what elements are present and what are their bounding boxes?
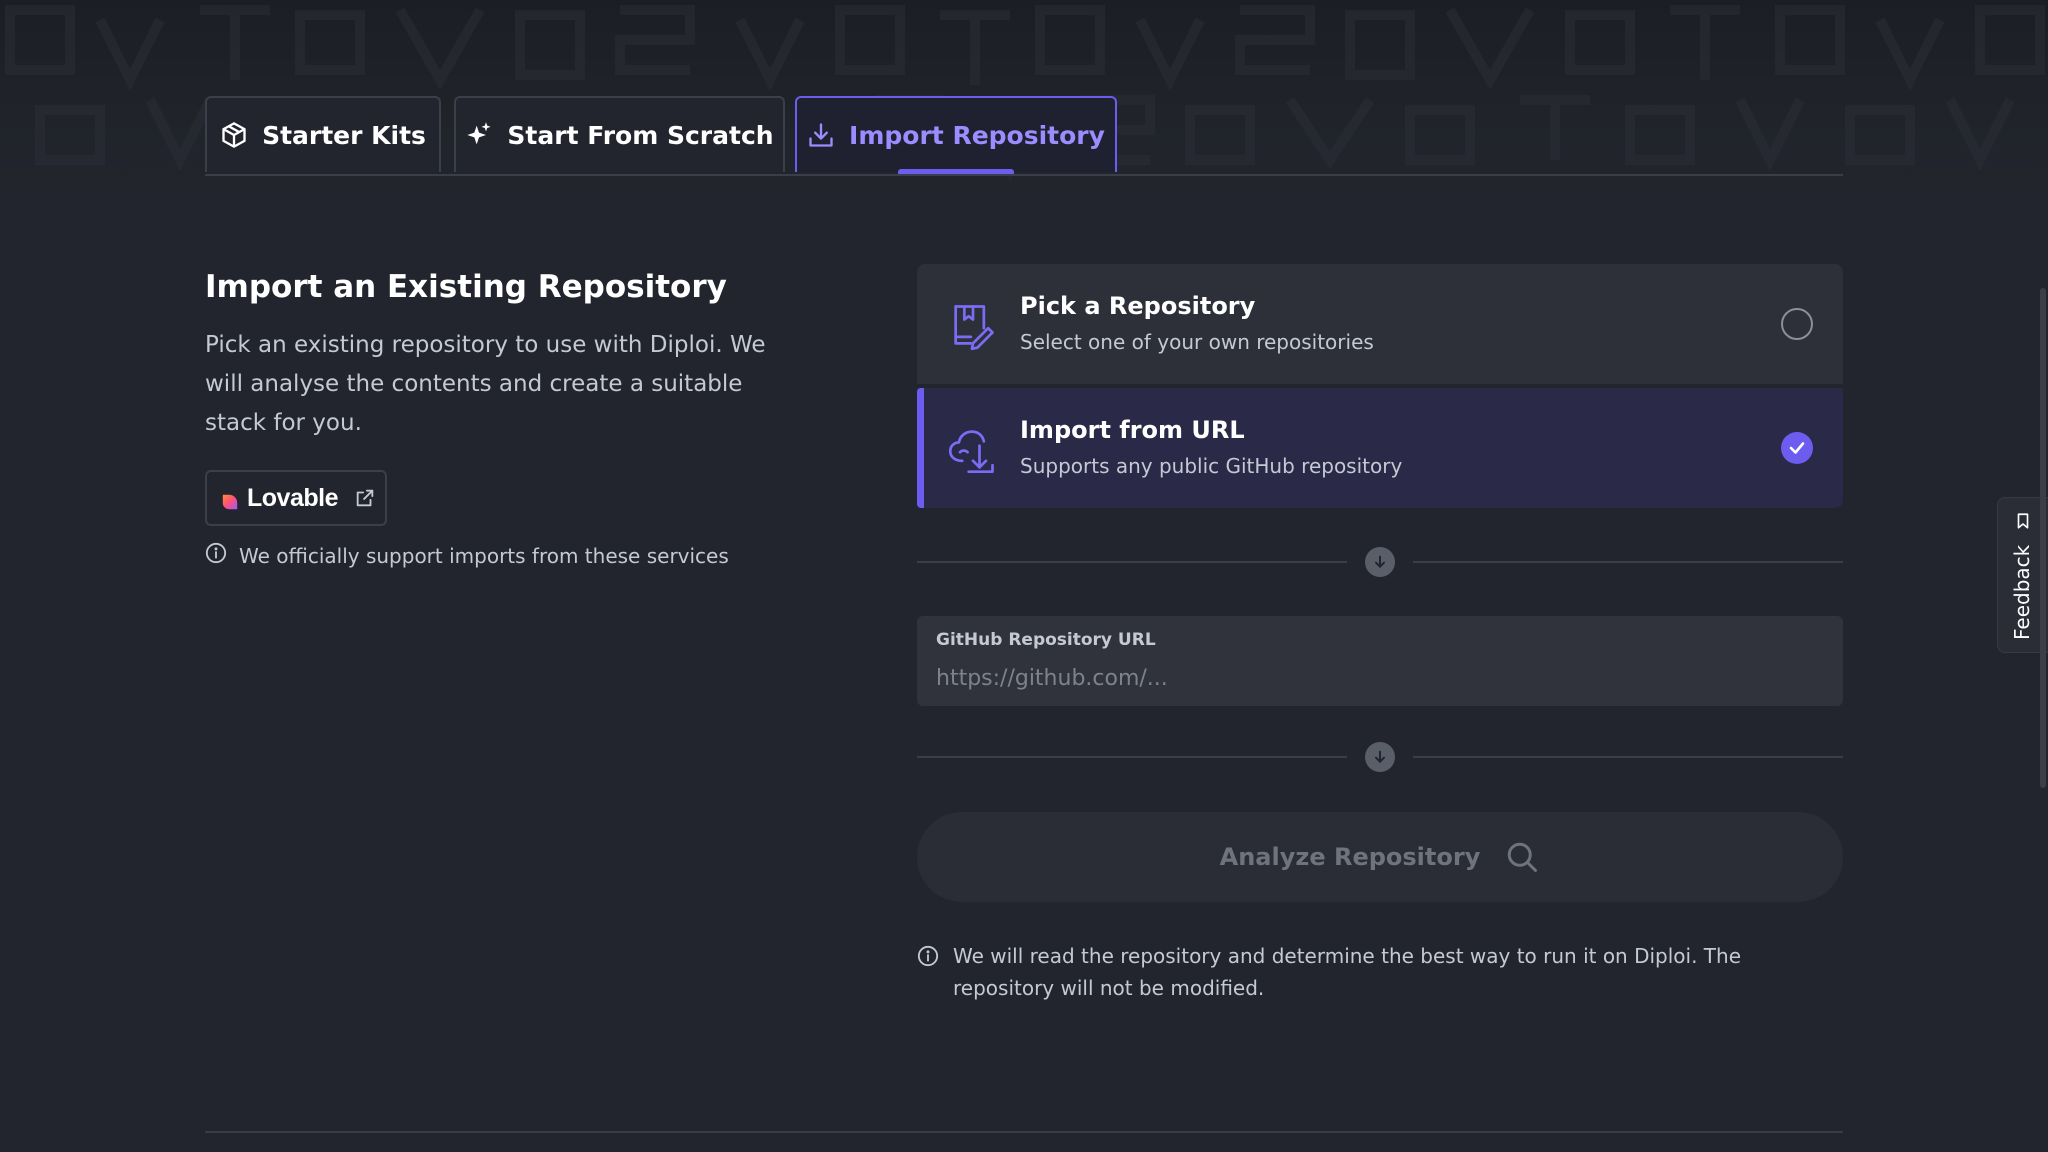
search-icon [1504, 839, 1540, 875]
lovable-service-link[interactable]: Lovable [205, 470, 387, 526]
selected-indicator [917, 388, 924, 508]
github-url-input[interactable] [936, 660, 1816, 696]
option-radio-checked[interactable] [1781, 432, 1813, 464]
lovable-logo-icon [221, 489, 239, 510]
download-icon [807, 121, 835, 149]
read-note: We will read the repository and determin… [917, 940, 1843, 1004]
bottom-divider [205, 1131, 1843, 1133]
info-icon [917, 944, 939, 967]
github-url-field: GitHub Repository URL [917, 616, 1843, 706]
tab-bar: Starter Kits Start From Scratch Import R… [205, 96, 1843, 176]
page-title: Import an Existing Repository [205, 269, 727, 305]
cube-icon [220, 121, 248, 149]
step-divider [917, 547, 1843, 577]
scrollbar[interactable] [2040, 288, 2046, 788]
tab-label: Start From Scratch [507, 120, 774, 150]
support-note: We officially support imports from these… [205, 542, 729, 569]
checkmark-icon [1789, 442, 1805, 454]
support-note-text: We officially support imports from these… [239, 543, 729, 568]
option-radio[interactable] [1781, 308, 1813, 340]
step-divider [917, 742, 1843, 772]
option-title: Import from URL [1020, 416, 1245, 444]
service-badge-label: Lovable [247, 483, 338, 512]
intro-section: Import an Existing Repository Pick an ex… [205, 262, 795, 568]
cloud-download-icon [947, 424, 999, 476]
tab-label: Import Repository [849, 120, 1105, 150]
option-title: Pick a Repository [1020, 292, 1256, 320]
arrow-down-icon [1365, 547, 1395, 577]
sparkle-icon [465, 121, 493, 149]
tab-start-from-scratch[interactable]: Start From Scratch [454, 96, 785, 172]
url-field-label: GitHub Repository URL [936, 630, 1156, 650]
intro-description: Pick an existing repository to use with … [205, 332, 766, 436]
tab-label: Starter Kits [262, 120, 426, 150]
feedback-label: Feedback [2010, 544, 2034, 640]
tab-starter-kits[interactable]: Starter Kits [205, 96, 441, 172]
repository-icon [947, 300, 999, 352]
read-note-text: We will read the repository and determin… [953, 944, 1742, 1000]
external-link-icon [354, 487, 376, 509]
info-icon [205, 542, 227, 569]
active-tab-indicator [898, 169, 1014, 174]
arrow-down-icon [1365, 742, 1395, 772]
analyze-button-label: Analyze Repository [1219, 843, 1481, 871]
bookmark-icon [2014, 512, 2032, 530]
option-subtitle: Select one of your own repositories [1020, 330, 1374, 354]
analyze-repository-button[interactable]: Analyze Repository [917, 812, 1843, 902]
tab-import-repository[interactable]: Import Repository [795, 96, 1117, 174]
option-import-from-url[interactable]: Import from URL Supports any public GitH… [917, 388, 1843, 508]
option-subtitle: Supports any public GitHub repository [1020, 454, 1403, 478]
option-pick-repository[interactable]: Pick a Repository Select one of your own… [917, 264, 1843, 384]
